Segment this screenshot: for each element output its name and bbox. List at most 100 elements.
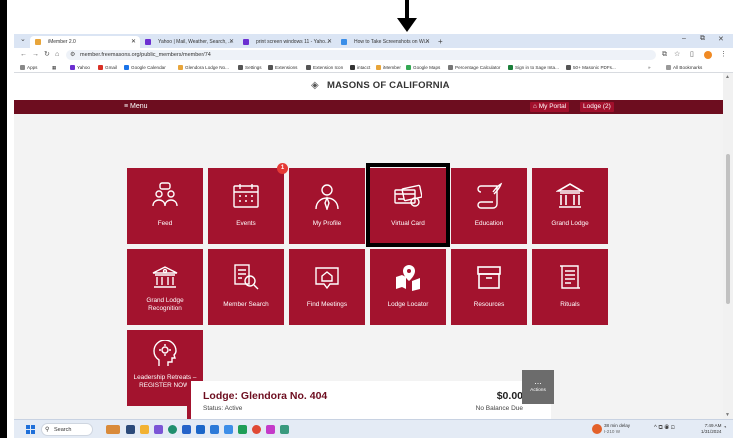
word-icon[interactable] xyxy=(210,425,219,434)
bookmark-imember[interactable]: iMember xyxy=(376,63,401,72)
tile-find-meetings[interactable]: Find Meetings xyxy=(289,249,365,325)
store-icon[interactable] xyxy=(182,425,191,434)
close-tab-icon[interactable]: ✕ xyxy=(425,36,430,48)
tile-lodge-locator[interactable]: Lodge Locator xyxy=(370,249,446,325)
close-tab-icon[interactable]: ✕ xyxy=(327,36,332,48)
tab-imember[interactable]: iMember 2.0 ✕ xyxy=(30,36,140,48)
yahoo-favicon-icon xyxy=(243,39,249,45)
tab-title: print screen windows 11 - Yaho... xyxy=(256,39,330,45)
tile-grand-lodge-recognition[interactable]: Grand Lodge Recognition xyxy=(127,249,203,325)
lodge-dropdown-button[interactable]: Lodge (2) xyxy=(580,102,614,112)
side-panel-icon[interactable]: ▯ xyxy=(690,50,694,60)
bookmark-settings[interactable]: Settings xyxy=(238,63,262,72)
tile-grand-lodge[interactable]: Grand Lodge xyxy=(532,168,608,244)
bookmark-sage-intacct[interactable]: Sign in to Sage Inta... xyxy=(508,63,559,72)
bookmark-yahoo[interactable]: Yahoo xyxy=(70,63,90,72)
bookmark-extensions[interactable]: Extensions xyxy=(268,63,297,72)
app-icon[interactable] xyxy=(280,425,289,434)
bookmark-apps[interactable]: Apps xyxy=(20,63,37,72)
site-info-icon[interactable]: ⚙ xyxy=(70,50,75,60)
tile-label: Grand Lodge Recognition xyxy=(146,297,184,312)
maximize-icon[interactable]: ⧉ xyxy=(700,35,705,43)
tile-feed[interactable]: Feed xyxy=(127,168,203,244)
tile-education[interactable]: Education xyxy=(451,168,527,244)
tile-label: Events xyxy=(236,220,256,227)
all-bookmarks[interactable]: All Bookmarks xyxy=(666,63,702,72)
profile-avatar[interactable] xyxy=(704,51,712,59)
windows-start-icon[interactable] xyxy=(26,425,35,434)
imember-favicon-icon xyxy=(35,39,41,45)
bookmark-extension-icon[interactable]: Extension Icon xyxy=(306,63,343,72)
tile-member-search[interactable]: Member Search xyxy=(208,249,284,325)
teams-icon[interactable] xyxy=(238,425,247,434)
menu-button[interactable]: ≡ Menu xyxy=(124,102,148,112)
apps-grid-icon[interactable]: ▦ xyxy=(52,63,56,72)
archive-icon xyxy=(477,266,501,289)
tab-search-icon[interactable]: ⌄ xyxy=(20,35,26,43)
scroll-down-icon[interactable]: ▼ xyxy=(725,412,730,418)
bookmark-intacct[interactable]: intacct xyxy=(350,63,370,72)
tile-label: Member Search xyxy=(223,301,269,308)
tile-rituals[interactable]: Rituals xyxy=(532,249,608,325)
chrome-icon[interactable] xyxy=(252,425,261,434)
photos-icon[interactable] xyxy=(224,425,233,434)
close-window-icon[interactable]: ✕ xyxy=(718,35,724,43)
tile-label: Grand Lodge xyxy=(551,220,589,227)
url-input[interactable]: ⚙ member.freemasons.org/public_members/m… xyxy=(66,50,656,60)
close-tab-icon[interactable]: ✕ xyxy=(229,36,234,48)
forward-icon[interactable]: → xyxy=(32,50,39,60)
my-portal-button[interactable]: ⌂ My Portal xyxy=(530,102,570,112)
meeting-icon xyxy=(315,267,339,290)
bookmark-google-calendar[interactable]: Google Calendar xyxy=(124,63,166,72)
bookmark-google-maps[interactable]: Google Maps xyxy=(406,63,440,72)
minimize-icon[interactable]: – xyxy=(682,35,686,42)
snipping-tool-icon[interactable] xyxy=(266,425,275,434)
back-icon[interactable]: ← xyxy=(20,50,27,60)
home-icon[interactable]: ⌂ xyxy=(55,50,59,60)
bookmark-masonic-pdfs[interactable]: 50+ Masonic PDFs... xyxy=(566,63,616,72)
tab-yahoo[interactable]: Yahoo | Mail, Weather, Search, ... ✕ xyxy=(140,36,238,48)
yahoo-favicon-icon xyxy=(145,39,151,45)
tab-strip: ⌄ iMember 2.0 ✕ Yahoo | Mail, Weather, S… xyxy=(14,34,733,48)
lodge-balance: $0.00 xyxy=(496,390,523,402)
notification-bell-icon[interactable]: ◔ xyxy=(723,425,727,431)
app-icon[interactable] xyxy=(154,425,163,434)
tab-screenshots[interactable]: How to Take Screenshots on Wi... ✕ xyxy=(336,36,434,48)
file-explorer-icon[interactable] xyxy=(140,425,149,434)
chrome-menu-icon[interactable]: ⋮ xyxy=(720,50,727,60)
search-label: Search xyxy=(54,427,72,433)
scrollbar-thumb[interactable] xyxy=(726,154,730,304)
tab-print-screen[interactable]: print screen windows 11 - Yaho... ✕ xyxy=(238,36,336,48)
tile-label: Rituals xyxy=(560,301,580,308)
system-tray[interactable]: ^ ⧉ ◉ ⊡ xyxy=(654,425,675,432)
address-bar: ← → ↻ ⌂ ⚙ member.freemasons.org/public_m… xyxy=(14,48,733,62)
taskbar-search[interactable]: ⚲ Search xyxy=(41,423,93,436)
cast-icon[interactable]: ⧉ xyxy=(662,50,667,60)
tile-my-profile[interactable]: My Profile xyxy=(289,168,365,244)
reload-icon[interactable]: ↻ xyxy=(44,50,50,60)
more-bookmarks-icon[interactable]: » xyxy=(648,63,651,72)
close-tab-icon[interactable]: ✕ xyxy=(131,36,136,48)
clock-date: 1/31/2024 xyxy=(701,429,722,434)
edge-icon[interactable] xyxy=(168,425,177,434)
bookmark-glendora-lodge[interactable]: Glendora Lodge No... xyxy=(178,63,229,72)
tile-label: Education xyxy=(474,220,504,227)
new-tab-plus-icon[interactable]: + xyxy=(438,36,443,47)
annotation-arrow-icon xyxy=(397,0,417,34)
taskbar-clock[interactable]: 7:49 AM 1/31/2024 xyxy=(701,423,721,435)
scroll-up-icon[interactable]: ▲ xyxy=(725,74,730,80)
bookmark-percentage-calculator[interactable]: Percentage Calculator xyxy=(448,63,500,72)
tile-resources[interactable]: Resources xyxy=(451,249,527,325)
traffic-widget[interactable]: 38 min delay I-210 W xyxy=(604,423,630,435)
traffic-icon[interactable] xyxy=(592,424,602,434)
tile-events[interactable]: Events xyxy=(208,168,284,244)
actions-button[interactable]: ... Actions xyxy=(522,370,554,404)
outlook-icon[interactable] xyxy=(196,425,205,434)
lodge-status: Status: Active xyxy=(203,405,243,412)
widgets-icon[interactable] xyxy=(106,425,120,434)
calendar-icon xyxy=(233,184,259,208)
task-view-icon[interactable] xyxy=(126,425,135,434)
bookmark-gmail[interactable]: Gmail xyxy=(98,63,117,72)
bookmark-star-icon[interactable]: ☆ xyxy=(674,50,680,60)
tab-title: iMember 2.0 xyxy=(48,39,76,45)
